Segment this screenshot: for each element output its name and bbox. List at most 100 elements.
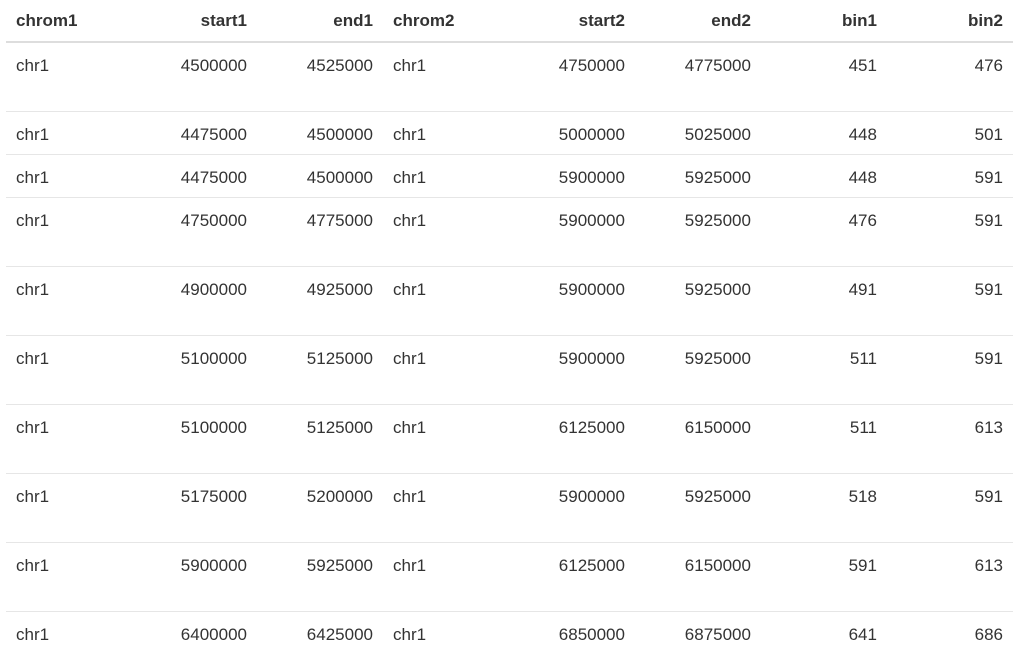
cell-start1: 4750000 — [126, 196, 257, 266]
cell-start2: 5900000 — [509, 334, 635, 404]
cell-start2: 4750000 — [558, 56, 625, 75]
cell-start2: 5000000 — [509, 110, 635, 154]
cell-end2: 4775000 — [684, 56, 751, 75]
cell-start2: 5900000 — [509, 472, 635, 542]
table-row: chr1 5100000 5125000 chr1 6125000 615000… — [6, 403, 1013, 473]
cell-start1: 4500000 — [180, 56, 247, 75]
cell-start1: 4900000 — [126, 265, 257, 335]
table-row: chr1 4750000 4775000 chr1 5900000 592500… — [6, 196, 1013, 266]
table-row: chr1 4475000 4500000 chr1 5000000 502500… — [6, 110, 1013, 154]
cell-chrom2: chr1 — [382, 610, 510, 654]
table-row: chr1 4500000 4525000 chr1 4750000 477500… — [6, 42, 1013, 111]
cell-start1: 5100000 — [126, 403, 257, 473]
cell-bin1: 448 — [760, 110, 887, 154]
column-header-chrom2[interactable]: chrom2 — [382, 0, 510, 43]
cell-chrom1: chr1 — [6, 153, 127, 197]
cell-chrom1: chr1 — [6, 541, 127, 611]
cell-bin2: 591 — [886, 334, 1013, 404]
cell-end1: 5200000 — [256, 472, 383, 542]
column-header-start1[interactable]: start1 — [126, 0, 257, 43]
column-header-end1[interactable]: end1 — [256, 0, 383, 43]
cell-end1: 6425000 — [256, 610, 383, 654]
cell-start1: 5175000 — [126, 472, 257, 542]
column-header-bin2[interactable]: bin2 — [886, 0, 1013, 43]
cell-bin2: 501 — [886, 110, 1013, 154]
cell-bin2: 591 — [886, 196, 1013, 266]
cell-start2: 6125000 — [509, 403, 635, 473]
cell-end1: 5125000 — [256, 334, 383, 404]
cell-bin1: 641 — [760, 610, 887, 654]
cell-chrom1: chr1 — [6, 610, 127, 654]
cell-bin1: 491 — [760, 265, 887, 335]
data-table-container: chrom1 start1 end1 chrom2 start2 end2 bi… — [6, 0, 1013, 654]
cell-end2: 5925000 — [634, 153, 761, 197]
cell-end2: 6150000 — [634, 541, 761, 611]
cell-end1: 4500000 — [256, 153, 383, 197]
cell-start2: 5900000 — [509, 153, 635, 197]
table-row: chr1 6400000 6425000 chr1 6850000 687500… — [6, 610, 1013, 654]
cell-bin2: 476 — [974, 56, 1003, 75]
cell-end2: 5925000 — [634, 196, 761, 266]
cell-bin1: 591 — [760, 541, 887, 611]
cell-chrom2: chr1 — [382, 541, 510, 611]
cell-chrom1: chr1 — [6, 110, 127, 154]
table-row: chr1 4475000 4500000 chr1 5900000 592500… — [6, 153, 1013, 197]
cell-chrom1: chr1 — [6, 265, 127, 335]
cell-chrom2: chr1 — [382, 265, 510, 335]
column-header-end2[interactable]: end2 — [634, 0, 761, 43]
cell-bin1: 511 — [760, 334, 887, 404]
table-row: chr1 5900000 5925000 chr1 6125000 615000… — [6, 541, 1013, 611]
cell-chrom2: chr1 — [382, 334, 510, 404]
data-table: chrom1 start1 end1 chrom2 start2 end2 bi… — [6, 0, 1013, 654]
cell-chrom1: chr1 — [16, 56, 50, 75]
cell-end2: 5925000 — [634, 472, 761, 542]
cell-start1: 4475000 — [126, 110, 257, 154]
cell-start1: 6400000 — [126, 610, 257, 654]
cell-bin1: 476 — [760, 196, 887, 266]
cell-start2: 6125000 — [509, 541, 635, 611]
cell-end2: 5925000 — [634, 265, 761, 335]
cell-chrom2: chr1 — [382, 153, 510, 197]
cell-end1: 4775000 — [256, 196, 383, 266]
column-header-bin1[interactable]: bin1 — [760, 0, 887, 43]
cell-chrom2: chr1 — [382, 403, 510, 473]
cell-end1: 5925000 — [256, 541, 383, 611]
cell-bin2: 686 — [886, 610, 1013, 654]
cell-bin1: 518 — [760, 472, 887, 542]
cell-bin2: 591 — [886, 265, 1013, 335]
cell-bin2: 613 — [886, 403, 1013, 473]
cell-start1: 5900000 — [126, 541, 257, 611]
cell-start1: 5100000 — [126, 334, 257, 404]
cell-start2: 6850000 — [509, 610, 635, 654]
cell-end1: 4925000 — [256, 265, 383, 335]
cell-end1: 4500000 — [256, 110, 383, 154]
table-row: chr1 4900000 4925000 chr1 5900000 592500… — [6, 265, 1013, 335]
cell-end2: 6150000 — [634, 403, 761, 473]
cell-start2: 5900000 — [509, 196, 635, 266]
cell-start2: 5900000 — [509, 265, 635, 335]
cell-chrom2: chr1 — [392, 56, 427, 75]
column-header-chrom1[interactable]: chrom1 — [6, 0, 127, 43]
table-header-row: chrom1 start1 end1 chrom2 start2 end2 bi… — [6, 0, 1013, 43]
cell-end1: 5125000 — [256, 403, 383, 473]
cell-end2: 5925000 — [634, 334, 761, 404]
cell-chrom2: chr1 — [382, 196, 510, 266]
table-row: chr1 5175000 5200000 chr1 5900000 592500… — [6, 472, 1013, 542]
cell-bin2: 591 — [886, 153, 1013, 197]
cell-end2: 6875000 — [634, 610, 761, 654]
cell-start1: 4475000 — [126, 153, 257, 197]
cell-bin1: 511 — [760, 403, 887, 473]
table-row: chr1 5100000 5125000 chr1 5900000 592500… — [6, 334, 1013, 404]
cell-chrom1: chr1 — [6, 472, 127, 542]
cell-bin1: 448 — [760, 153, 887, 197]
cell-end1: 4525000 — [306, 56, 373, 75]
cell-chrom2: chr1 — [382, 110, 510, 154]
cell-chrom2: chr1 — [382, 472, 510, 542]
cell-chrom1: chr1 — [6, 334, 127, 404]
column-header-start2[interactable]: start2 — [509, 0, 635, 43]
cell-chrom1: chr1 — [6, 403, 127, 473]
cell-bin2: 613 — [886, 541, 1013, 611]
cell-bin1: 451 — [848, 56, 877, 75]
cell-chrom1: chr1 — [6, 196, 127, 266]
cell-bin2: 591 — [886, 472, 1013, 542]
